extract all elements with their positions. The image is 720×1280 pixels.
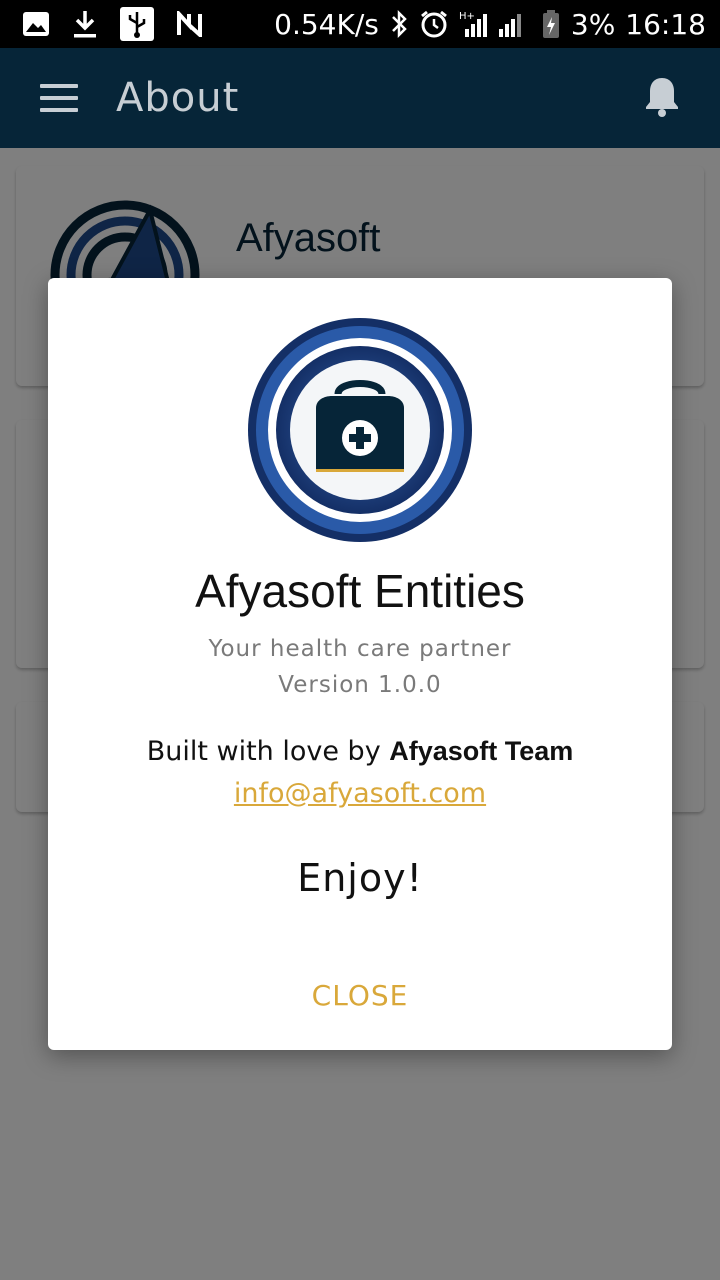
version-text: Version 1.0.0 bbox=[278, 672, 442, 698]
app-bar: About bbox=[0, 48, 720, 148]
status-bar: 0.54K/s H+ 3% 16:18 bbox=[0, 0, 720, 48]
clock: 16:18 bbox=[625, 7, 706, 41]
bluetooth-icon bbox=[389, 9, 409, 39]
menu-icon[interactable] bbox=[40, 84, 78, 112]
usb-icon bbox=[120, 7, 154, 41]
bell-icon[interactable] bbox=[644, 75, 680, 121]
dialog-title: Afyasoft Entities bbox=[195, 565, 525, 617]
alarm-icon bbox=[419, 9, 449, 39]
network-speed: 0.54K/s bbox=[274, 7, 379, 41]
page-title: About bbox=[116, 75, 240, 121]
enjoy-text: Enjoy! bbox=[297, 856, 423, 900]
credits-text: Built with love by Afyasoft Team bbox=[48, 736, 672, 767]
svg-text:H+: H+ bbox=[459, 11, 475, 22]
n-icon bbox=[176, 11, 204, 37]
signal-icon: H+ bbox=[459, 9, 531, 39]
email-link[interactable]: info@afyasoft.com bbox=[48, 778, 672, 809]
battery-percent: 3% bbox=[570, 7, 616, 41]
about-dialog: Afyasoft Entities Your health care partn… bbox=[48, 278, 672, 1050]
credits-prefix: Built with love by bbox=[146, 736, 390, 767]
credits-team: Afyasoft Team bbox=[389, 736, 574, 766]
close-button[interactable]: CLOSE bbox=[280, 970, 440, 1022]
battery-icon bbox=[541, 9, 561, 39]
tagline: Your health care partner bbox=[208, 636, 512, 662]
download-icon bbox=[72, 9, 98, 39]
app-logo bbox=[244, 314, 476, 550]
image-icon bbox=[22, 11, 50, 37]
